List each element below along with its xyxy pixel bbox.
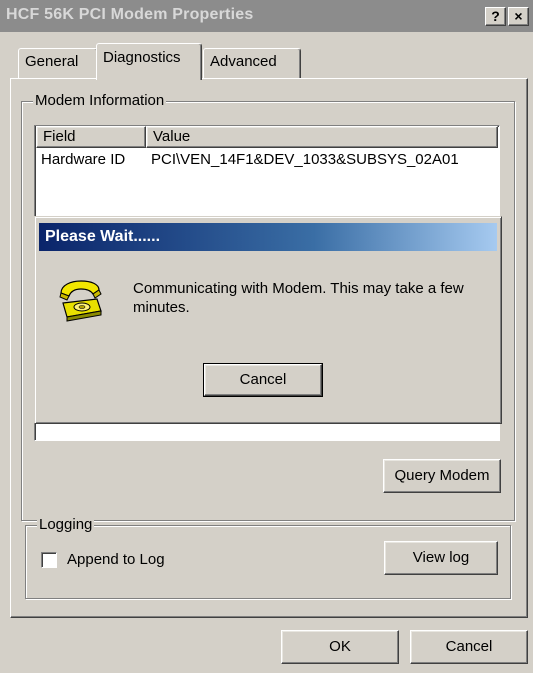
tab-diagnostics[interactable]: Diagnostics xyxy=(96,43,202,80)
cell-value: PCI\VEN_14F1&DEV_1033&SUBSYS_02A01 xyxy=(151,151,459,168)
tab-advanced[interactable]: Advanced xyxy=(203,48,301,78)
please-wait-dialog: Please Wait...... Communicating with Mod… xyxy=(34,216,502,424)
table-row[interactable]: Hardware ID PCI\VEN_14F1&DEV_1033&SUBSYS… xyxy=(35,148,497,170)
view-log-button[interactable]: View log xyxy=(384,541,498,575)
window-title: HCF 56K PCI Modem Properties xyxy=(6,6,254,23)
column-header-field[interactable]: Field xyxy=(36,126,146,148)
close-button[interactable]: × xyxy=(508,7,529,26)
wait-cancel-button[interactable]: Cancel xyxy=(204,364,322,396)
logging-label: Logging xyxy=(37,516,95,533)
please-wait-title: Please Wait...... xyxy=(39,223,497,251)
cell-field: Hardware ID xyxy=(41,151,126,168)
telephone-icon xyxy=(57,277,105,323)
query-modem-button[interactable]: Query Modem xyxy=(383,459,501,493)
wait-cancel-button-frame[interactable]: Cancel xyxy=(203,363,323,397)
column-header-value[interactable]: Value xyxy=(146,126,498,148)
append-to-log-checkbox[interactable] xyxy=(41,552,57,568)
append-to-log-label[interactable]: Append to Log xyxy=(67,551,165,568)
tab-general[interactable]: General xyxy=(18,48,98,78)
title-bar: HCF 56K PCI Modem Properties ? × xyxy=(0,0,533,32)
help-button[interactable]: ? xyxy=(485,7,506,26)
please-wait-message: Communicating with Modem. This may take … xyxy=(133,280,464,316)
cancel-button[interactable]: Cancel xyxy=(410,630,528,664)
modem-information-label: Modem Information xyxy=(33,92,167,109)
ok-button[interactable]: OK xyxy=(281,630,399,664)
